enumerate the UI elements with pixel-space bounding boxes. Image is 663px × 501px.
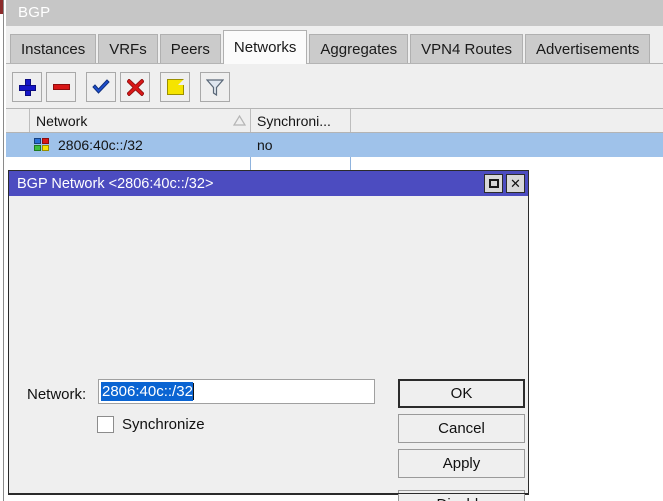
note-icon <box>166 79 184 95</box>
tab-list: Instances VRFs Peers Networks Aggregates VPN4… <box>10 30 652 64</box>
window-left-border <box>0 0 4 501</box>
main-titlebar: BGP <box>6 0 663 26</box>
row-synchronize-value: no <box>257 137 273 153</box>
network-input-value: 2806:40c::/32 <box>101 382 193 401</box>
row-network-value: 2806:40c::/32 <box>58 137 143 153</box>
tab-label: Aggregates <box>320 41 398 58</box>
cancel-button[interactable]: Cancel <box>398 414 525 443</box>
tab-label: Advertisements <box>536 41 640 58</box>
table-header-row: Network Synchroni... <box>6 109 663 133</box>
button-label: OK <box>450 385 473 402</box>
network-label: Network: <box>27 386 87 403</box>
ok-button[interactable]: OK <box>398 379 525 408</box>
toolbar <box>6 64 663 109</box>
disable-button[interactable]: Disable <box>398 490 525 501</box>
filter-button[interactable] <box>200 72 230 102</box>
row-network-icon-cell <box>30 133 54 157</box>
bgp-network-dialog: BGP Network <2806:40c::/32> ✕ Network: 2… <box>8 170 529 501</box>
sort-ascending-icon <box>232 114 247 127</box>
column-header-network-label: Network <box>36 112 88 129</box>
funnel-icon <box>205 78 225 97</box>
synchronize-checkbox[interactable] <box>97 416 114 433</box>
tab-aggregates[interactable]: Aggregates <box>309 34 409 64</box>
text-caret <box>192 383 194 400</box>
tab-label: Instances <box>21 41 86 58</box>
dialog-bottom-edge <box>9 493 528 494</box>
tab-vrfs[interactable]: VRFs <box>98 34 158 64</box>
bgp-window: BGP Instances VRFs Peers Networks Aggregates… <box>0 0 663 501</box>
button-label: Disable <box>436 496 486 501</box>
tab-advertisements[interactable]: Advertisements <box>525 34 651 64</box>
remove-button[interactable] <box>46 72 76 102</box>
disable-button[interactable] <box>120 72 150 102</box>
apply-button[interactable]: Apply <box>398 449 525 478</box>
window-corner-accent <box>0 0 3 14</box>
button-label: Apply <box>442 455 481 472</box>
window-title: BGP <box>18 4 51 21</box>
synchronize-label: Synchronize <box>122 416 205 433</box>
column-header-synchronize-label: Synchroni... <box>257 112 331 129</box>
maximize-icon <box>488 179 499 188</box>
tab-networks[interactable]: Networks <box>222 30 308 64</box>
tab-label: Peers <box>170 41 210 58</box>
comment-button[interactable] <box>160 72 190 102</box>
add-button[interactable] <box>12 72 42 102</box>
tab-label: VRFs <box>109 41 147 58</box>
synchronize-checkbox-row[interactable]: Synchronize <box>97 416 205 433</box>
network-input[interactable]: 2806:40c::/32 <box>98 379 375 404</box>
enable-button[interactable] <box>86 72 116 102</box>
tab-vpn4-routes[interactable]: VPN4 Routes <box>410 34 524 64</box>
column-header-synchronize[interactable]: Synchroni... <box>251 109 351 132</box>
column-header-blank[interactable] <box>351 109 663 132</box>
column-header-network[interactable]: Network <box>30 109 251 132</box>
maximize-button[interactable] <box>484 174 503 193</box>
close-button[interactable]: ✕ <box>506 174 525 193</box>
network-quad-icon <box>34 138 50 152</box>
plus-icon <box>18 78 36 96</box>
tab-label: VPN4 Routes <box>421 41 513 58</box>
tab-peers[interactable]: Peers <box>159 34 221 64</box>
check-icon <box>92 79 110 95</box>
cross-icon <box>125 77 145 97</box>
tab-label: Networks <box>233 39 297 56</box>
tab-instances[interactable]: Instances <box>10 34 97 64</box>
column-header-flag[interactable] <box>6 109 30 132</box>
dialog-titlebar[interactable]: BGP Network <2806:40c::/32> ✕ <box>9 171 528 196</box>
dialog-title: BGP Network <2806:40c::/32> <box>17 175 214 192</box>
table-row[interactable]: 2806:40c::/32 no <box>6 133 663 181</box>
close-icon: ✕ <box>510 176 521 191</box>
networks-table: Network Synchroni... 2806:40c::/32 no <box>6 109 663 181</box>
button-label: Cancel <box>438 420 485 437</box>
minus-icon <box>52 84 70 90</box>
dialog-system-buttons: ✕ <box>481 174 525 193</box>
